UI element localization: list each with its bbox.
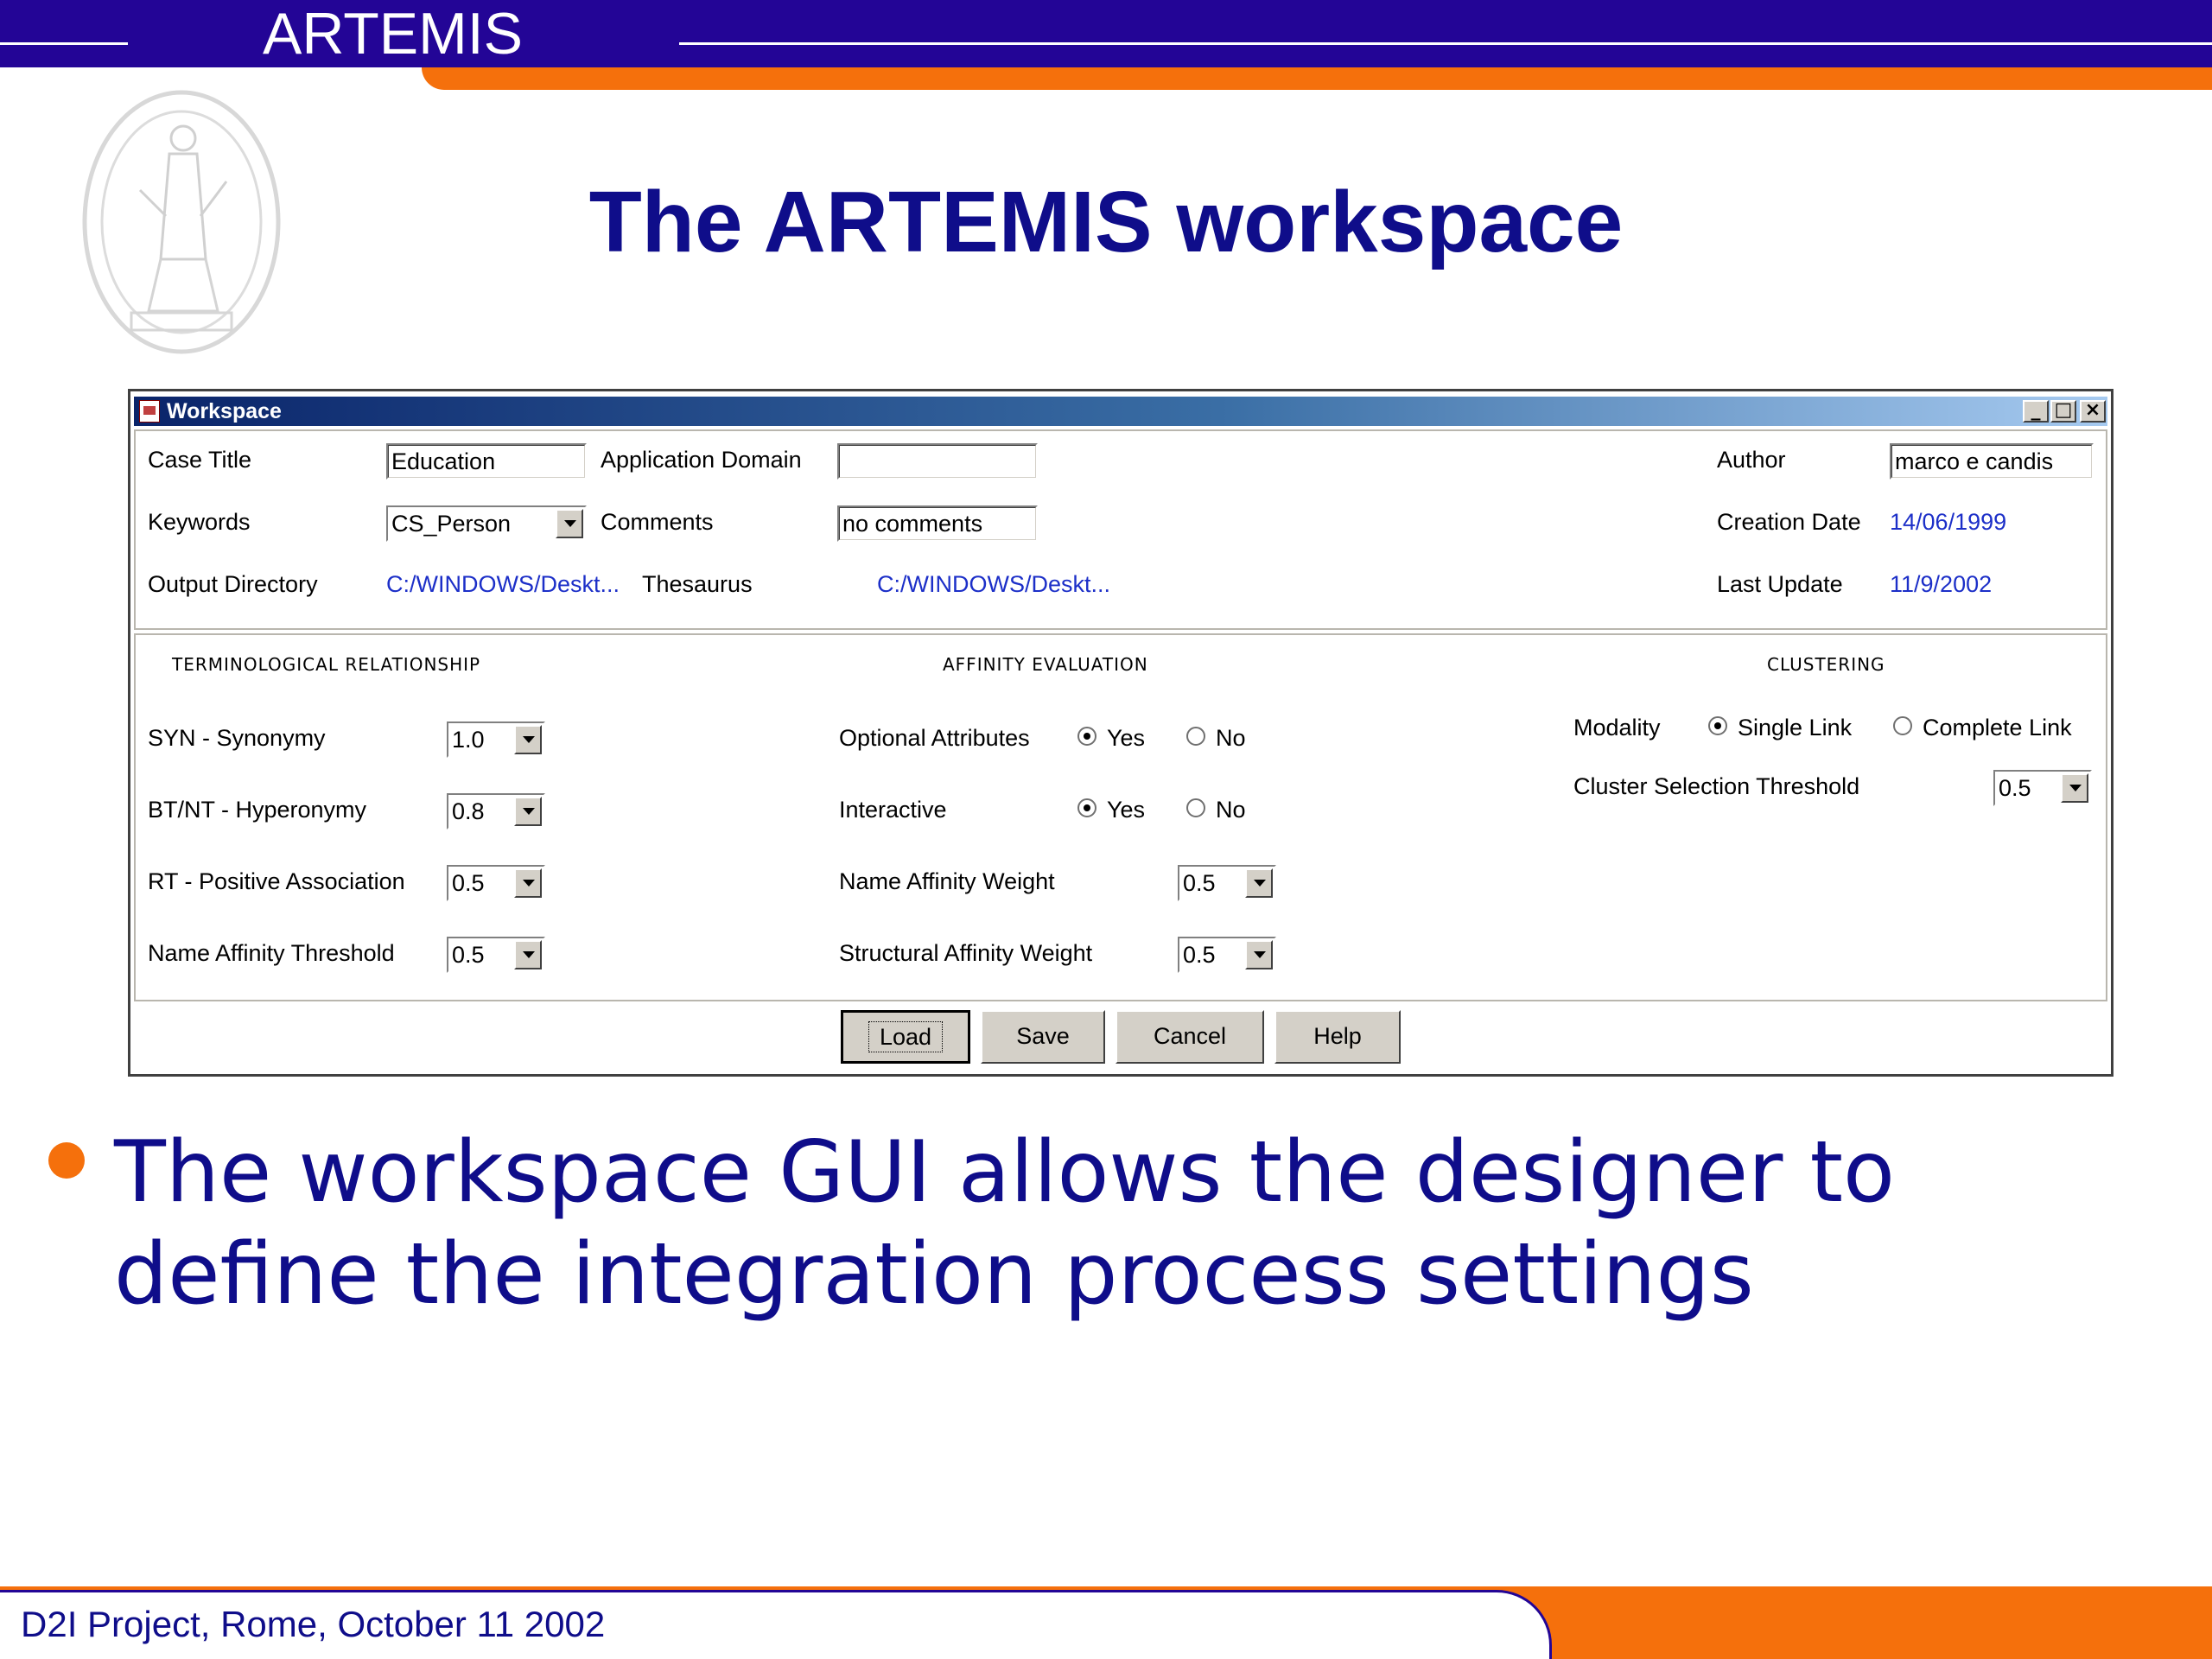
comments-label: Comments: [601, 509, 714, 535]
load-button[interactable]: Load: [841, 1010, 970, 1064]
close-button[interactable]: ×: [2080, 400, 2106, 423]
settings-panel: TERMINOLOGICAL RELATIONSHIP SYN - Synony…: [134, 633, 2107, 1001]
interactive-yes-label: Yes: [1107, 797, 1146, 823]
terminological-heading: TERMINOLOGICAL RELATIONSHIP: [172, 654, 481, 675]
keywords-label: Keywords: [148, 509, 251, 535]
cluster-threshold-label: Cluster Selection Threshold: [1573, 773, 1860, 799]
help-button[interactable]: Help: [1274, 1010, 1401, 1064]
name-affinity-threshold-label: Name Affinity Threshold: [148, 940, 395, 966]
dropdown-arrow-icon[interactable]: [1245, 940, 1273, 969]
keywords-value: CS_Person: [391, 511, 512, 537]
dropdown-arrow-icon[interactable]: [514, 725, 542, 754]
optional-attributes-label: Optional Attributes: [839, 725, 1030, 751]
optional-yes-label: Yes: [1107, 725, 1146, 751]
interactive-no-radio[interactable]: [1186, 798, 1205, 817]
window-body: Workspace _ □ × Case Title Education App…: [130, 391, 2111, 1074]
header-orange-band: [422, 67, 2212, 90]
name-affinity-weight-label: Name Affinity Weight: [839, 868, 1055, 894]
rt-label: RT - Positive Association: [148, 868, 405, 894]
modality-label: Modality: [1573, 715, 1661, 741]
dropdown-arrow-icon[interactable]: [514, 797, 542, 826]
case-title-field[interactable]: Education: [386, 443, 587, 480]
slide-brand: ARTEMIS: [263, 1, 524, 67]
slide-title: The ARTEMIS workspace: [588, 174, 1624, 270]
complete-link-label: Complete Link: [1923, 715, 2072, 741]
optional-no-label: No: [1216, 725, 1246, 751]
dropdown-arrow-icon[interactable]: [1245, 868, 1273, 898]
output-directory-link[interactable]: C:/WINDOWS/Deskt...: [386, 571, 620, 598]
comments-field[interactable]: no comments: [837, 505, 1038, 542]
author-field[interactable]: marco e candis: [1890, 443, 2094, 480]
interactive-yes-radio[interactable]: [1077, 798, 1096, 817]
thesaurus-label: Thesaurus: [642, 571, 753, 597]
rt-combo[interactable]: 0.5: [447, 865, 545, 901]
interactive-label: Interactive: [839, 797, 947, 823]
load-button-label: Load: [868, 1021, 944, 1052]
syn-value: 1.0: [452, 727, 485, 753]
rt-value: 0.5: [452, 870, 485, 896]
last-update-label: Last Update: [1717, 571, 1843, 597]
creation-date-label: Creation Date: [1717, 509, 1861, 535]
dropdown-arrow-icon[interactable]: [2061, 773, 2088, 803]
java-cup-icon: [139, 400, 160, 423]
save-button[interactable]: Save: [981, 1010, 1105, 1064]
single-link-label: Single Link: [1738, 715, 1853, 741]
window-title: Workspace: [167, 399, 282, 423]
application-domain-field[interactable]: [837, 443, 1038, 480]
btnt-value: 0.8: [452, 798, 485, 824]
dropdown-arrow-icon[interactable]: [514, 868, 542, 898]
bullet-icon: [48, 1142, 85, 1179]
output-directory-label: Output Directory: [148, 571, 318, 597]
cluster-threshold-combo[interactable]: 0.5: [1993, 770, 2092, 806]
interactive-no-label: No: [1216, 797, 1246, 823]
name-affinity-threshold-value: 0.5: [452, 942, 485, 968]
case-info-panel: Case Title Education Application Domain …: [134, 429, 2107, 630]
btnt-label: BT/NT - Hyperonymy: [148, 797, 367, 823]
name-affinity-weight-value: 0.5: [1183, 870, 1216, 896]
dropdown-arrow-icon[interactable]: [556, 509, 583, 538]
author-label: Author: [1717, 447, 1786, 473]
header-rule-right: [679, 42, 2212, 45]
optional-no-radio[interactable]: [1186, 727, 1205, 746]
btnt-combo[interactable]: 0.8: [447, 793, 545, 830]
syn-label: SYN - Synonymy: [148, 725, 326, 751]
thesaurus-link[interactable]: C:/WINDOWS/Deskt...: [877, 571, 1110, 598]
window-titlebar[interactable]: Workspace _ □ ×: [134, 397, 2107, 426]
name-affinity-threshold-combo[interactable]: 0.5: [447, 937, 545, 973]
name-affinity-weight-combo[interactable]: 0.5: [1178, 865, 1276, 901]
complete-link-radio[interactable]: [1893, 716, 1912, 735]
workspace-window: Workspace _ □ × Case Title Education App…: [128, 389, 2113, 1077]
application-domain-label: Application Domain: [601, 447, 802, 473]
cancel-button[interactable]: Cancel: [1116, 1010, 1264, 1064]
minimize-button[interactable]: _: [2023, 400, 2049, 423]
cluster-threshold-value: 0.5: [1999, 775, 2031, 801]
footer-text: D2I Project, Rome, October 11 2002: [21, 1604, 606, 1644]
bullet-text: The workspace GUI allows the designer to…: [114, 1123, 1895, 1324]
dropdown-arrow-icon[interactable]: [514, 940, 542, 969]
case-title-label: Case Title: [148, 447, 252, 473]
header-rule-left: [0, 42, 128, 45]
structural-affinity-weight-combo[interactable]: 0.5: [1178, 937, 1276, 973]
syn-combo[interactable]: 1.0: [447, 721, 545, 758]
creation-date-value: 14/06/1999: [1890, 509, 2007, 535]
maximize-button[interactable]: □: [2050, 400, 2076, 423]
optional-yes-radio[interactable]: [1077, 727, 1096, 746]
clustering-heading: CLUSTERING: [1767, 654, 1885, 675]
structural-affinity-weight-label: Structural Affinity Weight: [839, 940, 1093, 966]
keywords-combo[interactable]: CS_Person: [386, 505, 587, 542]
affinity-heading: AFFINITY EVALUATION: [943, 654, 1148, 675]
structural-affinity-weight-value: 0.5: [1183, 942, 1216, 968]
single-link-radio[interactable]: [1708, 716, 1727, 735]
last-update-value: 11/9/2002: [1890, 571, 1993, 597]
